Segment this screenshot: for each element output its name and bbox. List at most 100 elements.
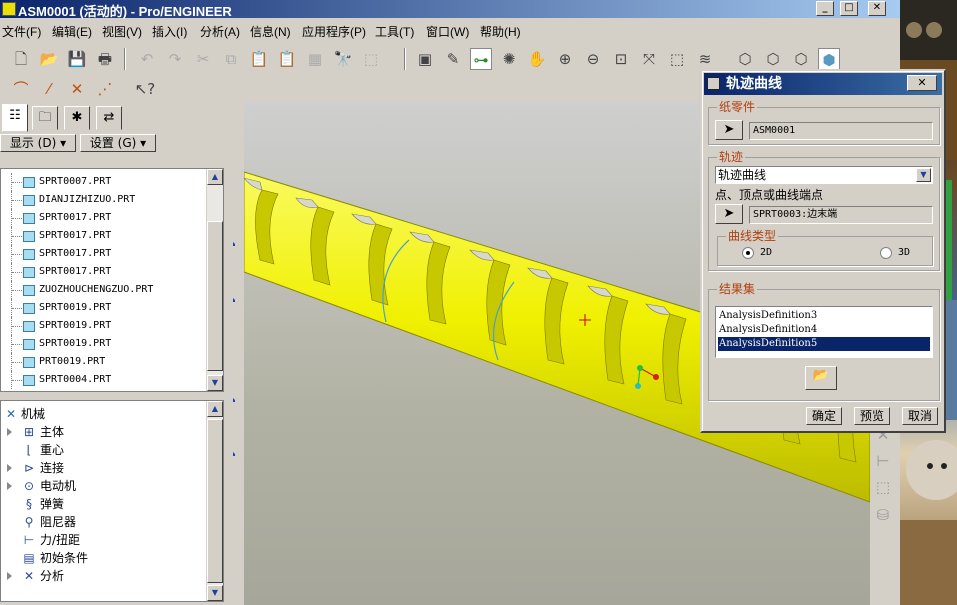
scroll-down-arrow[interactable]: ▼	[207, 585, 223, 601]
cancel-button[interactable]: 取消	[902, 407, 938, 425]
print-icon[interactable]: 🖶	[94, 48, 116, 70]
analysis-icon[interactable]: ⛁	[872, 504, 894, 526]
scroll-thumb[interactable]	[207, 419, 223, 583]
radio-2d[interactable]	[742, 247, 754, 259]
sketch-icon[interactable]: ✎	[442, 48, 464, 70]
saved-views-icon[interactable]: ⬚	[666, 48, 688, 70]
model-tree-item[interactable]: ZUOZHOUCHENGZUO.PRT	[1, 281, 206, 299]
no-hidden-icon[interactable]: ⬡	[790, 48, 812, 70]
drag-icon[interactable]: ⋰	[94, 78, 116, 100]
menu-help[interactable]: 帮助(H)	[480, 23, 521, 40]
mechanism-tree-item[interactable]: ⊢ 力/扭距	[1, 531, 206, 549]
coordinate-icon[interactable]: ⬚	[872, 476, 894, 498]
ok-button[interactable]: 确定	[806, 407, 842, 425]
panel-splitter[interactable]	[228, 102, 244, 605]
mechanism-tree-scrollbar[interactable]: ▲ ▼	[206, 401, 223, 601]
axis-icon[interactable]: ⊢	[872, 450, 894, 472]
model-tree-item[interactable]: SPRT0017.PRT	[1, 263, 206, 281]
chevron-down-icon[interactable]: ▼	[916, 168, 931, 182]
menu-view[interactable]: 视图(V)	[102, 23, 142, 40]
mechanism-tree-item[interactable]: ⊳ 连接	[1, 459, 206, 477]
regenerate-icon[interactable]: ▦	[304, 48, 326, 70]
copy-icon[interactable]: ⧉	[220, 48, 242, 70]
mechanism-tree-item[interactable]: ▤ 初始条件	[1, 549, 206, 567]
cut-icon[interactable]: ✂	[192, 48, 214, 70]
settings-dropdown-button[interactable]: 设置 (G) ▾	[80, 134, 156, 152]
menu-analysis[interactable]: 分析(A)	[200, 23, 240, 40]
model-tree-item[interactable]: DIANJIZHIZUO.PRT	[1, 191, 206, 209]
scroll-thumb[interactable]	[207, 221, 223, 371]
minimize-button[interactable]: _	[816, 1, 834, 16]
model-tree-item[interactable]: PRT0019.PRT	[1, 353, 206, 371]
mechanism-tree-item[interactable]: ✕ 分析	[1, 567, 206, 585]
pan-hand-icon[interactable]: ✋	[526, 48, 548, 70]
expand-icon[interactable]	[7, 482, 12, 490]
context-help-icon[interactable]: ↖?	[134, 78, 156, 100]
redo-icon[interactable]: ↷	[164, 48, 186, 70]
open-results-button[interactable]: 📂	[805, 366, 837, 390]
mechanism-tree-item[interactable]: ⊞ 主体	[1, 423, 206, 441]
model-tree-item[interactable]: SPRT0017.PRT	[1, 245, 206, 263]
model-tree-item[interactable]: SPRT0017.PRT	[1, 227, 206, 245]
model-display-icon[interactable]: ▣	[414, 48, 436, 70]
expand-icon[interactable]	[7, 428, 12, 436]
connections-tab[interactable]: ⇄	[96, 106, 122, 130]
menu-edit[interactable]: 编辑(E)	[52, 23, 92, 40]
mechanism-root[interactable]: ✕ 机械	[1, 405, 206, 423]
expand-icon[interactable]	[7, 464, 12, 472]
scroll-down-arrow[interactable]: ▼	[207, 375, 223, 391]
undo-icon[interactable]: ↶	[136, 48, 158, 70]
maximize-button[interactable]: □	[840, 1, 858, 16]
model-tree-scrollbar[interactable]: ▲ ▼	[206, 169, 223, 391]
find-icon[interactable]: 🔭	[332, 48, 354, 70]
menu-tools[interactable]: 工具(T)	[375, 23, 414, 40]
mechanism-tree-item[interactable]: ⌊ 重心	[1, 441, 206, 459]
trajectory-type-select[interactable]: 轨迹曲线 ▼	[715, 166, 933, 184]
folder-browser-tab[interactable]: 🗀	[32, 106, 58, 130]
datum-point-icon[interactable]: ⊶	[470, 48, 492, 70]
menu-info[interactable]: 信息(N)	[250, 23, 291, 40]
connect-icon[interactable]: ⁄	[38, 78, 60, 100]
wireframe-icon[interactable]: ⬡	[734, 48, 756, 70]
open-folder-icon[interactable]: 📂	[38, 48, 60, 70]
model-tree-item[interactable]: SPRT0017.PRT	[1, 209, 206, 227]
expand-icon[interactable]	[7, 572, 12, 580]
menu-applications[interactable]: 应用程序(P)	[302, 23, 366, 40]
mechanism-icon[interactable]: ⌒	[10, 78, 32, 100]
menu-window[interactable]: 窗口(W)	[426, 23, 469, 40]
model-tree-tab[interactable]: ☷	[2, 104, 28, 132]
refit-icon[interactable]: ⊡	[610, 48, 632, 70]
mechanism-tree-item[interactable]: ⊙ 电动机	[1, 477, 206, 495]
menu-insert[interactable]: 插入(I)	[152, 23, 187, 40]
select-point-button[interactable]: ➤	[715, 204, 743, 224]
result-item[interactable]: AnalysisDefinition4	[718, 323, 930, 337]
shading-icon[interactable]: ⬢	[818, 48, 840, 70]
save-icon[interactable]: 💾	[66, 48, 88, 70]
result-item[interactable]: AnalysisDefinition5	[718, 337, 930, 351]
model-tree-item[interactable]: SPRT0004.PRT	[1, 371, 206, 389]
model-tree-item[interactable]: SPRT0019.PRT	[1, 317, 206, 335]
mechanism-tree-item[interactable]: § 弹簧	[1, 495, 206, 513]
close-button[interactable]: ✕	[868, 1, 886, 16]
model-tree-item[interactable]: SPRT0007.PRT	[1, 173, 206, 191]
preview-button[interactable]: 预览	[854, 407, 890, 425]
menu-file[interactable]: 文件(F)	[2, 23, 41, 40]
favorites-tab[interactable]: ✱	[64, 106, 90, 130]
scroll-up-arrow[interactable]: ▲	[207, 169, 223, 185]
new-file-icon[interactable]: 🗋	[10, 48, 32, 70]
show-dropdown-button[interactable]: 显示 (D) ▾	[0, 134, 76, 152]
result-item[interactable]: AnalysisDefinition3	[718, 309, 930, 323]
model-tree-item[interactable]: SPRT0019.PRT	[1, 335, 206, 353]
select-box-icon[interactable]: ⬚	[360, 48, 382, 70]
radio-3d[interactable]	[880, 247, 892, 259]
zoom-out-icon[interactable]: ⊖	[582, 48, 604, 70]
reorient-icon[interactable]: ⤧	[638, 48, 660, 70]
disconnect-icon[interactable]: ✕	[66, 78, 88, 100]
zoom-in-icon[interactable]: ⊕	[554, 48, 576, 70]
results-list[interactable]: AnalysisDefinition3 AnalysisDefinition4 An…	[715, 306, 933, 358]
scroll-up-arrow[interactable]: ▲	[207, 401, 223, 417]
dialog-close-button[interactable]: ✕	[907, 75, 937, 91]
paste-special-icon[interactable]: 📋	[276, 48, 298, 70]
model-tree-item[interactable]: SPRT0019.PRT	[1, 299, 206, 317]
spin-center-icon[interactable]: ✺	[498, 48, 520, 70]
